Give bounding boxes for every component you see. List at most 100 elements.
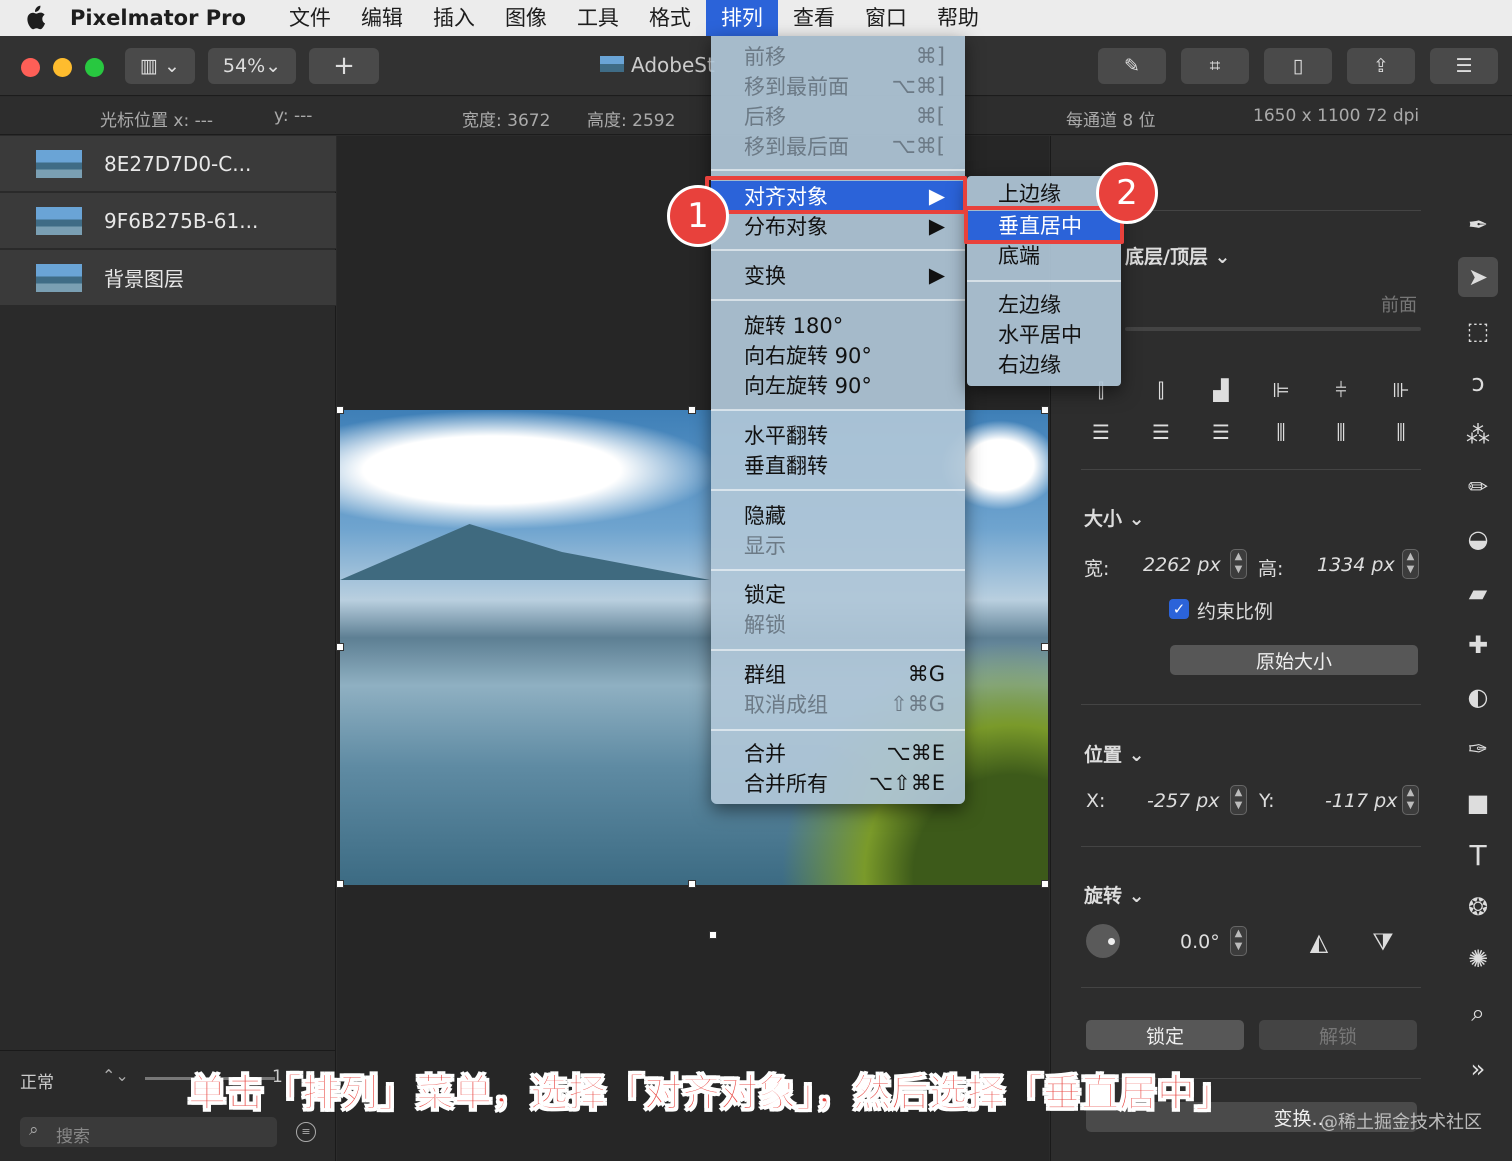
adjust-button[interactable]: ☰ bbox=[1430, 48, 1498, 84]
menu-format[interactable]: 格式 bbox=[634, 0, 706, 36]
menu-item-send-to-back[interactable]: 移到最后面 ⌥⌘[ bbox=[711, 131, 965, 161]
resize-handle[interactable] bbox=[1041, 880, 1049, 888]
distribute-right-icon[interactable]: ⫼ bbox=[1389, 420, 1413, 444]
submenu-item-horizontal-center[interactable]: 水平居中 bbox=[967, 320, 1121, 350]
rectangle-shape-icon[interactable]: ■ bbox=[1458, 783, 1498, 823]
menu-item-send-backward[interactable]: 后移 ⌘[ bbox=[711, 101, 965, 131]
fill-bucket-icon[interactable]: ◒ bbox=[1458, 519, 1498, 559]
layer-row[interactable]: 8E27D7D0-C... bbox=[0, 136, 336, 192]
rotate-section-label[interactable]: 旋转 ⌄ bbox=[1084, 881, 1145, 908]
selection-tool-icon[interactable]: ⬚ bbox=[1458, 311, 1498, 351]
style-tool-icon[interactable]: ✒ bbox=[1458, 205, 1498, 245]
submenu-item-right-edge[interactable]: 右边缘 bbox=[967, 350, 1121, 380]
retouch-button[interactable]: ✎ bbox=[1098, 48, 1166, 84]
menu-item-merge-all[interactable]: 合并所有 ⌥⇧⌘E bbox=[711, 768, 965, 798]
height-stepper[interactable]: ▲ ▼ bbox=[1402, 549, 1419, 579]
resize-handle[interactable] bbox=[1041, 643, 1049, 651]
resize-handle[interactable] bbox=[688, 880, 696, 888]
filter-icon[interactable]: ≡ bbox=[296, 1122, 316, 1142]
menu-edit[interactable]: 编辑 bbox=[346, 0, 418, 36]
position-section-label[interactable]: 位置 ⌄ bbox=[1084, 740, 1145, 767]
blend-mode[interactable]: 正常 bbox=[20, 1068, 54, 1093]
x-field[interactable]: -257 px bbox=[1147, 790, 1219, 812]
menu-item-hide[interactable]: 隐藏 bbox=[711, 500, 965, 530]
distribute-bottom-icon[interactable]: ☰ bbox=[1209, 420, 1233, 444]
page-button[interactable]: ▯ bbox=[1264, 48, 1332, 84]
resize-handle[interactable] bbox=[336, 406, 344, 414]
menu-tools[interactable]: 工具 bbox=[562, 0, 634, 36]
align-right-icon[interactable]: ⊪ bbox=[1389, 378, 1413, 402]
app-name[interactable]: Pixelmator Pro bbox=[70, 6, 246, 30]
menu-item-merge[interactable]: 合并 ⌥⌘E bbox=[711, 738, 965, 768]
submenu-item-left-edge[interactable]: 左边缘 bbox=[967, 290, 1121, 320]
rotate-stepper[interactable]: ▲ ▼ bbox=[1230, 926, 1247, 956]
more-tools-icon[interactable]: » bbox=[1458, 1049, 1498, 1089]
submenu-item-bottom[interactable]: 底端 bbox=[967, 241, 1121, 271]
menu-item-lock[interactable]: 锁定 bbox=[711, 579, 965, 609]
menu-item-flip-vertical[interactable]: 垂直翻转 bbox=[711, 450, 965, 480]
layer-row[interactable]: 9F6B275B-61... bbox=[0, 193, 336, 249]
pen-tool-icon[interactable]: ✑ bbox=[1458, 729, 1498, 769]
magic-wand-icon[interactable]: ⁂ bbox=[1458, 415, 1498, 455]
arrange-dropdown[interactable]: 底层/顶层 ⌄ bbox=[1125, 242, 1230, 269]
menu-image[interactable]: 图像 bbox=[490, 0, 562, 36]
menu-item-unlock[interactable]: 解锁 bbox=[711, 609, 965, 639]
distribute-top-icon[interactable]: ☰ bbox=[1089, 420, 1113, 444]
clone-tool-icon[interactable]: ◐ bbox=[1458, 677, 1498, 717]
menu-item-ungroup[interactable]: 取消成组 ⇧⌘G bbox=[711, 689, 965, 719]
menu-help[interactable]: 帮助 bbox=[922, 0, 994, 36]
menu-item-flip-horizontal[interactable]: 水平翻转 bbox=[711, 420, 965, 450]
sidebar-toggle-button[interactable]: ▥ ⌄ bbox=[125, 48, 195, 84]
zoom-dropdown[interactable]: 54% ⌄ bbox=[208, 48, 296, 84]
y-stepper[interactable]: ▲ ▼ bbox=[1402, 785, 1419, 815]
menu-file[interactable]: 文件 bbox=[274, 0, 346, 36]
constrain-checkbox[interactable]: ✓ bbox=[1169, 599, 1189, 619]
eraser-icon[interactable]: ▰ bbox=[1458, 573, 1498, 613]
menu-item-transform[interactable]: 变换 ▶ bbox=[711, 260, 965, 290]
crop-button[interactable]: ⌗ bbox=[1181, 48, 1249, 84]
width-field[interactable]: 2262 px bbox=[1143, 554, 1221, 576]
bandage-icon[interactable]: ✚ bbox=[1458, 625, 1498, 665]
zoom-tool-icon[interactable]: ⌕ bbox=[1458, 993, 1498, 1033]
layer-row[interactable]: 背景图层 bbox=[0, 250, 336, 306]
menu-arrange[interactable]: 排列 bbox=[705, 0, 778, 36]
rotation-handle[interactable] bbox=[709, 931, 717, 939]
distribute-center-icon[interactable]: ⫼ bbox=[1329, 420, 1353, 444]
flip-vertical-icon[interactable]: ⧩ bbox=[1371, 928, 1395, 956]
align-bottom-icon[interactable]: ▟ bbox=[1209, 378, 1233, 402]
lock-button[interactable]: 锁定 bbox=[1086, 1020, 1244, 1050]
rotate-field[interactable]: 0.0° bbox=[1180, 931, 1220, 953]
paint-brush-icon[interactable]: ✏ bbox=[1458, 467, 1498, 507]
menu-item-rotate-180[interactable]: 旋转 180° bbox=[711, 310, 965, 340]
share-button[interactable]: ⇪ bbox=[1347, 48, 1415, 84]
menu-item-rotate-left[interactable]: 向左旋转 90° bbox=[711, 370, 965, 400]
zoom-window-button[interactable] bbox=[85, 58, 104, 77]
add-button[interactable]: + bbox=[309, 48, 379, 84]
menu-item-bring-forward[interactable]: 前移 ⌘] bbox=[711, 41, 965, 71]
search-input[interactable]: ⌕ 搜索 bbox=[20, 1117, 277, 1147]
menu-view[interactable]: 查看 bbox=[778, 0, 850, 36]
effects-icon[interactable]: ✺ bbox=[1458, 939, 1498, 979]
blend-mode-stepper-icon[interactable]: ⌃⌄ bbox=[102, 1066, 129, 1085]
menu-item-rotate-right[interactable]: 向右旋转 90° bbox=[711, 340, 965, 370]
resize-handle[interactable] bbox=[336, 880, 344, 888]
lasso-tool-icon[interactable]: ↄ bbox=[1458, 363, 1498, 403]
resize-handle[interactable] bbox=[688, 406, 696, 414]
menu-item-show[interactable]: 显示 bbox=[711, 530, 965, 560]
align-left-icon[interactable]: ⊫ bbox=[1269, 378, 1293, 402]
resize-handle[interactable] bbox=[1041, 406, 1049, 414]
x-stepper[interactable]: ▲ ▼ bbox=[1230, 785, 1247, 815]
menu-insert[interactable]: 插入 bbox=[418, 0, 490, 36]
flip-horizontal-icon[interactable]: ◭ bbox=[1307, 928, 1331, 956]
align-center-h-icon[interactable]: ⫩ bbox=[1329, 378, 1353, 402]
color-adjust-icon[interactable]: ❂ bbox=[1458, 887, 1498, 927]
arrange-tool-icon[interactable]: ➤ bbox=[1458, 257, 1498, 297]
menu-item-distribute-objects[interactable]: 分布对象 ▶ bbox=[711, 211, 965, 241]
distribute-middle-icon[interactable]: ☰ bbox=[1149, 420, 1173, 444]
rotation-dial[interactable] bbox=[1086, 924, 1120, 958]
unlock-button[interactable]: 解锁 bbox=[1259, 1020, 1417, 1050]
arrange-slider[interactable] bbox=[1125, 327, 1421, 331]
width-stepper[interactable]: ▲ ▼ bbox=[1230, 549, 1247, 579]
minimize-window-button[interactable] bbox=[53, 58, 72, 77]
menu-item-group[interactable]: 群组 ⌘G bbox=[711, 659, 965, 689]
